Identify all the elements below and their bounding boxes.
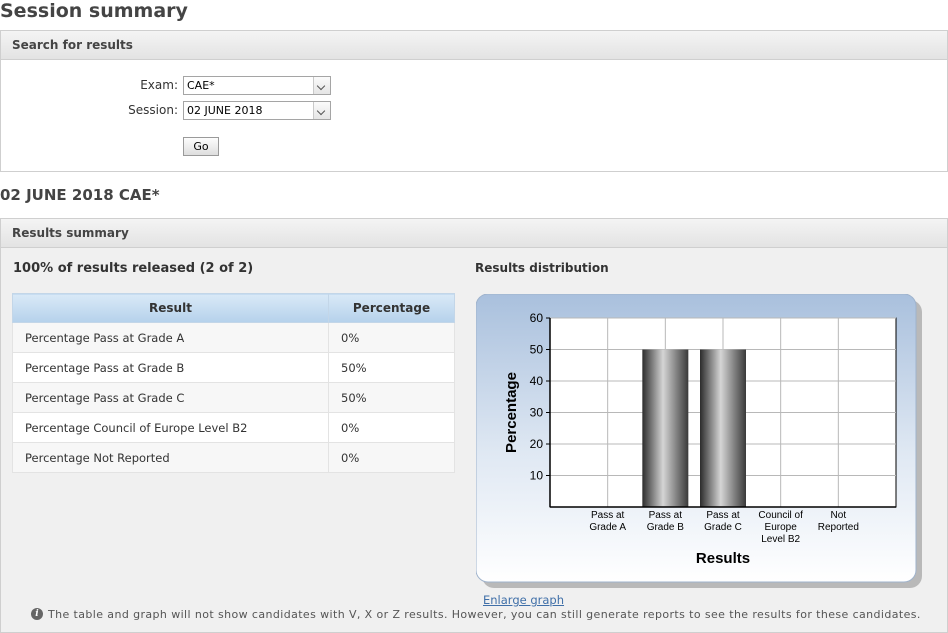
row-percentage: 0% — [328, 412, 455, 443]
y-axis-title: Percentage — [503, 372, 520, 453]
table-row: Percentage Pass at Grade B 50% — [12, 352, 455, 383]
session-select-value: 02 JUNE 2018 — [187, 104, 263, 117]
info-icon: i — [31, 608, 43, 620]
footnote: The table and graph will not show candid… — [48, 608, 921, 621]
search-panel-header: Search for results — [0, 30, 948, 60]
row-percentage: 50% — [328, 352, 455, 383]
table-row: Percentage Council of Europe Level B2 0% — [12, 412, 455, 443]
distribution-title: Results distribution — [475, 261, 609, 275]
y-tick-label: 20 — [530, 437, 544, 451]
x-tick-label: Europe — [765, 522, 798, 533]
x-tick-label: Grade B — [647, 522, 685, 533]
x-tick-label: Pass at — [706, 510, 740, 521]
x-tick-label: Level B2 — [761, 534, 800, 545]
row-result: Percentage Not Reported — [12, 442, 329, 473]
x-tick-label: Pass at — [649, 510, 683, 521]
released-text: 100% of results released (2 of 2) — [13, 261, 254, 276]
x-tick-label: Grade A — [589, 522, 626, 533]
x-tick-label: Not — [831, 510, 847, 521]
row-result: Percentage Pass at Grade C — [12, 382, 329, 413]
session-label: Session: — [128, 103, 178, 117]
x-tick-label: Grade C — [704, 522, 742, 533]
table-row: Percentage Pass at Grade A 0% — [12, 322, 455, 353]
results-table: Result Percentage Percentage Pass at Gra… — [12, 293, 455, 473]
session-select[interactable]: 02 JUNE 2018 — [183, 101, 331, 120]
row-percentage: 0% — [328, 442, 455, 473]
table-row: Percentage Pass at Grade C 50% — [12, 382, 455, 413]
y-tick-label: 10 — [530, 469, 544, 483]
y-tick-label: 40 — [530, 374, 544, 388]
x-tick-label: Reported — [818, 522, 859, 533]
chevron-down-icon[interactable] — [313, 77, 330, 94]
exam-select[interactable]: CAE* — [183, 76, 331, 95]
bar — [642, 349, 689, 507]
table-row: Percentage Not Reported 0% — [12, 442, 455, 473]
enlarge-graph-link[interactable]: Enlarge graph — [483, 593, 564, 607]
page-title: Session summary — [0, 0, 188, 22]
summary-panel-header: Results summary — [0, 218, 948, 248]
y-tick-label: 30 — [530, 406, 544, 420]
exam-select-value: CAE* — [187, 79, 215, 92]
x-tick-label: Council of — [758, 510, 803, 521]
exam-label: Exam: — [140, 78, 178, 92]
go-button[interactable]: Go — [183, 137, 219, 156]
row-result: Percentage Pass at Grade B — [12, 352, 329, 383]
bar — [700, 349, 746, 507]
y-tick-label: 60 — [530, 311, 544, 325]
column-header-result: Result — [12, 293, 329, 323]
chevron-down-icon[interactable] — [313, 102, 330, 119]
y-tick-label: 50 — [530, 343, 544, 357]
column-header-percentage: Percentage — [328, 293, 455, 323]
row-percentage: 0% — [328, 322, 455, 353]
session-heading: 02 JUNE 2018 CAE* — [0, 186, 160, 204]
row-result: Percentage Council of Europe Level B2 — [12, 412, 329, 443]
results-chart-svg: 102030405060Pass atGrade APass atGrade B… — [475, 293, 922, 588]
x-tick-label: Pass at — [591, 510, 625, 521]
row-result: Percentage Pass at Grade A — [12, 322, 329, 353]
row-percentage: 50% — [328, 382, 455, 413]
results-chart: 10 20 30 40 50 60 Pass at Grade A Pass at Grade B… — [475, 293, 924, 590]
x-axis-title: Results — [696, 550, 750, 567]
